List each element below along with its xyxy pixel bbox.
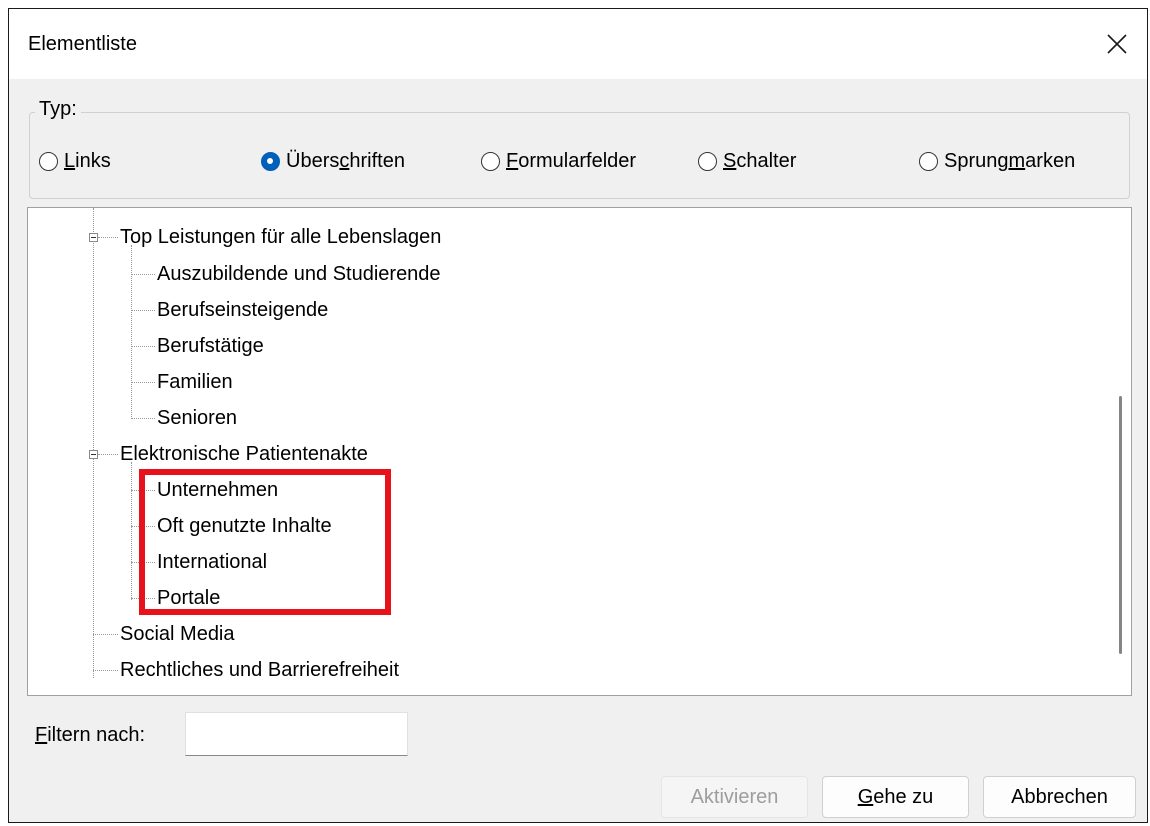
radio-circle [39,152,58,171]
radio-ueberschriften[interactable]: Überschriften [261,150,405,173]
title-bar: Elementliste [9,9,1147,79]
radio-label-schalter: Schalter [723,150,797,172]
tree-item[interactable]: Portale [157,586,220,610]
radio-sprungmarken[interactable]: Sprungmarken [919,150,1075,173]
filter-input[interactable] [185,712,408,756]
tree-connector [131,310,155,311]
tree-connector [98,237,118,238]
tree-connector [93,634,118,635]
tree-item[interactable]: Rechtliches und Barrierefreiheit [120,658,399,682]
tree-connector [131,346,155,347]
goto-button[interactable]: Gehe zu [822,776,969,818]
activate-button[interactable]: Aktivieren [661,776,808,818]
radio-label-formularfelder: Formularfelder [506,150,637,172]
tree-connector [131,462,132,600]
tree-connector [131,526,155,527]
radio-label-ueberschriften: Überschriften [286,150,405,172]
radio-label-links: Links [64,150,111,172]
tree-item[interactable]: International [157,550,267,574]
tree-connector [98,454,118,455]
tree-item[interactable]: Berufseinsteigende [157,298,328,322]
element-list-dialog: Elementliste Typ: Links Überschriften Fo… [8,8,1148,823]
radio-label-sprungmarken: Sprungmarken [944,150,1076,172]
radio-schalter[interactable]: Schalter [698,150,796,173]
tree-connector [131,418,155,419]
tree-item[interactable]: Senioren [157,406,237,430]
tree-item[interactable]: Top Leistungen für alle Lebenslagen [120,225,441,249]
radio-circle [698,152,717,171]
tree-connector [131,274,155,275]
tree-connector [93,208,94,678]
radio-formularfelder[interactable]: Formularfelder [481,150,636,173]
tree-connector [131,598,155,599]
tree-item[interactable]: Elektronische Patientenakte [120,442,368,466]
close-icon [1107,34,1127,54]
tree-item[interactable]: Social Media [120,622,235,646]
heading-tree[interactable]: Top Leistungen für alle Lebenslagen Ausz… [27,207,1132,696]
collapse-icon[interactable] [89,233,98,242]
cancel-button[interactable]: Abbrechen [983,776,1136,818]
tree-item[interactable]: Auszubildende und Studierende [157,262,441,286]
radio-links[interactable]: Links [39,150,111,173]
tree-connector [131,245,132,419]
filter-label: Filtern nach: [35,724,146,746]
tree-connector [131,562,155,563]
radio-circle [919,152,938,171]
tree-connector [131,490,155,491]
radio-circle-selected [261,152,280,171]
tree-item[interactable]: Oft genutzte Inhalte [157,514,332,538]
tree-connector [93,670,118,671]
vertical-scrollbar[interactable] [1111,208,1131,695]
radio-circle [481,152,500,171]
collapse-icon[interactable] [89,450,98,459]
tree-item[interactable]: Berufstätige [157,334,264,358]
tree-item[interactable]: Familien [157,370,233,394]
tree-item[interactable]: Unternehmen [157,478,278,502]
type-group-label: Typ: [35,98,81,121]
close-button[interactable] [1087,9,1147,79]
scrollbar-thumb[interactable] [1119,396,1122,654]
dialog-title: Elementliste [28,33,137,55]
tree-connector [131,382,155,383]
